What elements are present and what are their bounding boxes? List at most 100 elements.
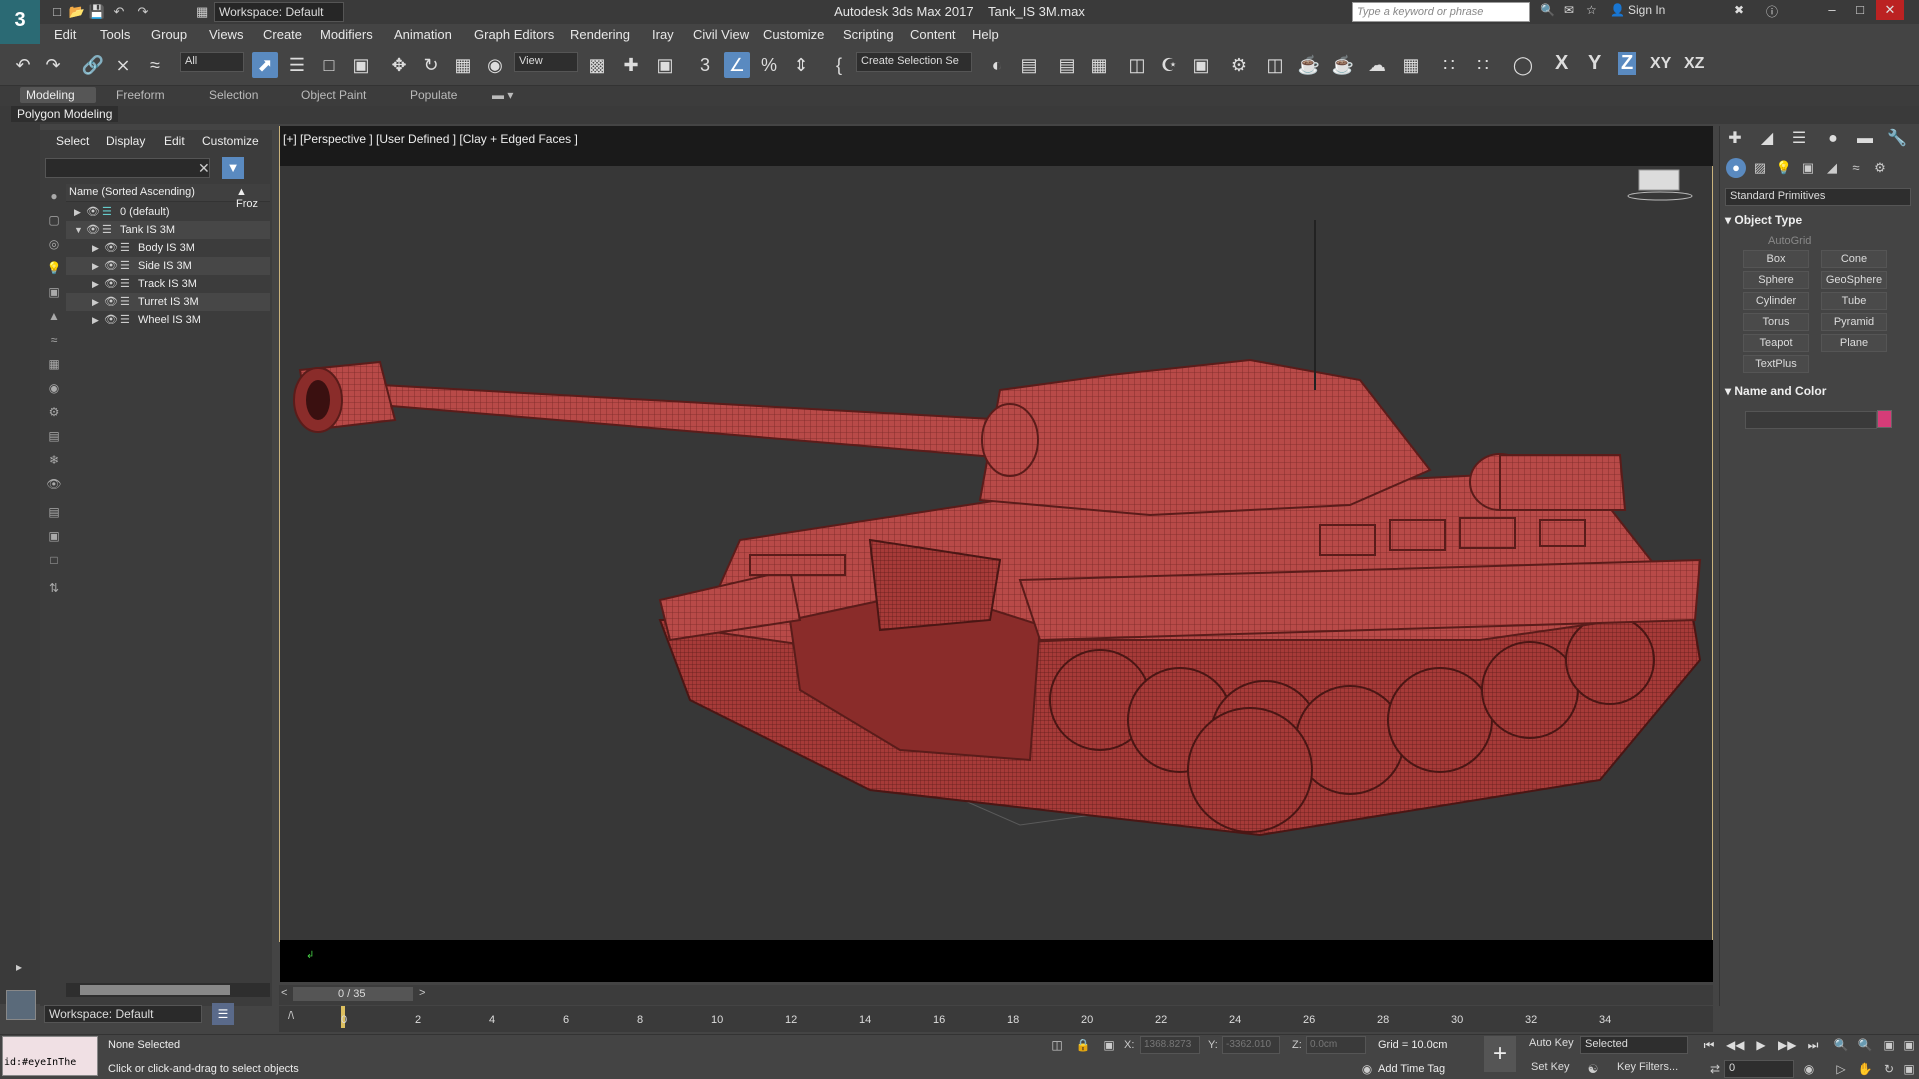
menu-customize[interactable]: Customize — [763, 27, 824, 42]
render-setup-icon[interactable]: ⚙ — [1226, 52, 1252, 78]
exchange-icon[interactable]: ✖ — [1734, 3, 1744, 17]
motion-tab-icon[interactable]: ● — [1822, 128, 1844, 150]
link-icon[interactable]: 🔗 — [80, 52, 106, 78]
polygon-modeling-panel[interactable]: Polygon Modeling — [11, 106, 119, 122]
rectangular-selection-icon[interactable]: □ — [316, 52, 342, 78]
helpers-icon[interactable]: ◢ — [1822, 158, 1842, 178]
z-coordinate[interactable]: 0.0cm — [1306, 1036, 1366, 1054]
next-frame-arrow[interactable]: > — [419, 987, 425, 999]
save-icon[interactable]: 💾 — [88, 3, 106, 21]
curve-editor-icon[interactable]: ◫ — [1124, 52, 1150, 78]
schematic-view-icon[interactable]: ☪ — [1156, 52, 1182, 78]
close-button[interactable]: ✕ — [1876, 0, 1904, 20]
pyramid-button[interactable]: Pyramid — [1821, 313, 1887, 331]
time-slider[interactable]: < > — [279, 985, 1713, 1005]
shapes-icon[interactable]: ▨ — [1750, 158, 1770, 178]
expand-icon[interactable]: ▶ — [92, 257, 99, 275]
textplus-button[interactable]: TextPlus — [1743, 355, 1809, 373]
isolate-icon[interactable]: ◫ — [1048, 1038, 1066, 1054]
zoom-all-icon[interactable]: 🔍 — [1856, 1038, 1874, 1054]
align-icon[interactable]: ▤ — [1016, 52, 1042, 78]
scene-search-input[interactable] — [45, 158, 210, 178]
torus-button[interactable]: Torus — [1743, 313, 1809, 331]
edit-named-selection-icon[interactable]: { — [826, 52, 852, 78]
scene-row-body[interactable]: ▶ 👁 ☰ Body IS 3M — [66, 239, 270, 257]
display-none-set-icon[interactable]: □ — [46, 552, 62, 568]
geometry-icon[interactable]: ● — [1726, 158, 1746, 178]
reference-coord-dropdown[interactable]: View — [514, 52, 578, 72]
pan-icon[interactable]: ✋ — [1856, 1062, 1874, 1078]
se-menu-edit[interactable]: Edit — [164, 134, 185, 148]
set-key-button[interactable]: Set Key — [1528, 1060, 1573, 1078]
selection-filter-dropdown[interactable]: All — [180, 52, 244, 72]
a360-gallery-icon[interactable]: ▦ — [1398, 52, 1424, 78]
field-of-view-icon[interactable]: ▷ — [1832, 1062, 1850, 1078]
name-color-rollout[interactable]: ▾ Name and Color — [1725, 384, 1911, 402]
binoculars-icon[interactable]: 🔍 — [1540, 3, 1555, 17]
current-frame-input[interactable]: 0 — [1724, 1060, 1794, 1078]
display-invert-icon[interactable]: ▣ — [46, 528, 62, 544]
autogrid-checkbox[interactable]: AutoGrid — [1768, 235, 1811, 247]
viewcube-icon[interactable] — [1625, 168, 1695, 202]
set-key-big-icon[interactable]: + — [1484, 1036, 1516, 1072]
display-tab-icon[interactable]: ▬ — [1854, 128, 1876, 150]
rotate-icon[interactable]: ↻ — [418, 52, 444, 78]
object-name-input[interactable] — [1745, 411, 1877, 429]
display-none-icon[interactable]: ● — [46, 188, 62, 204]
tab-freeform[interactable]: Freeform — [110, 87, 171, 103]
expand-icon[interactable]: ▶ — [92, 293, 99, 311]
zoom-extents-icon[interactable]: ▣ — [1880, 1038, 1898, 1054]
lock-icon[interactable]: 🔒 — [1074, 1038, 1092, 1054]
redo-icon[interactable]: ↷ — [134, 3, 152, 21]
menu-civil-view[interactable]: Civil View — [693, 27, 749, 42]
minimize-button[interactable]: – — [1818, 0, 1846, 20]
systems-icon[interactable]: ⚙ — [1870, 158, 1890, 178]
menu-modifiers[interactable]: Modifiers — [320, 27, 373, 42]
sign-in-button[interactable]: Sign In — [1628, 3, 1665, 17]
geosphere-button[interactable]: GeoSphere — [1821, 271, 1887, 289]
open-file-icon[interactable]: 📂 — [68, 3, 86, 21]
display-xrefs-icon[interactable]: ◉ — [46, 380, 62, 396]
key-mode-icon[interactable]: ☯ — [1584, 1062, 1602, 1078]
menu-rendering[interactable]: Rendering — [570, 27, 630, 42]
scale-icon[interactable]: ▦ — [450, 52, 476, 78]
search-input[interactable]: Type a keyword or phrase — [1352, 2, 1530, 22]
angle-snap-icon[interactable]: ∠ — [724, 52, 750, 78]
visibility-eye-icon[interactable]: 👁 — [104, 293, 118, 311]
menu-create[interactable]: Create — [263, 27, 302, 42]
move-icon[interactable]: ✥ — [386, 52, 412, 78]
se-menu-select[interactable]: Select — [56, 134, 89, 148]
previous-frame-icon[interactable]: ◀◀ — [1726, 1038, 1744, 1054]
maximize-button[interactable]: □ — [1846, 0, 1874, 20]
keyboard-shortcut-icon[interactable]: ▣ — [652, 52, 678, 78]
lights-icon[interactable]: 💡 — [1774, 158, 1794, 178]
display-containers-icon[interactable]: ▤ — [46, 428, 62, 444]
menu-content[interactable]: Content — [910, 27, 956, 42]
hierarchy-tab-icon[interactable]: ☰ — [1788, 128, 1810, 150]
se-menu-customize[interactable]: Customize — [202, 134, 259, 148]
display-helpers-icon[interactable]: ▲ — [46, 308, 62, 324]
display-spacewarps-icon[interactable]: ≈ — [46, 332, 62, 348]
display-all-icon[interactable]: ▤ — [46, 504, 62, 520]
expand-icon[interactable]: ▶ — [92, 239, 99, 257]
expand-icon[interactable]: ▸ — [10, 960, 28, 976]
create-tab-icon[interactable]: ✚ — [1724, 128, 1746, 150]
constrain-xz-button[interactable]: XZ — [1684, 55, 1704, 73]
play-icon[interactable]: ▶ — [1752, 1038, 1770, 1054]
perspective-viewport[interactable] — [279, 126, 1713, 942]
absolute-mode-icon[interactable]: ▣ — [1100, 1038, 1118, 1054]
constrain-y-button[interactable]: Y — [1588, 52, 1601, 75]
display-cameras-icon[interactable]: ▣ — [46, 284, 62, 300]
filter-icon[interactable]: ▼ — [222, 157, 244, 179]
display-groups-icon[interactable]: ▦ — [46, 356, 62, 372]
rendered-frame-icon[interactable]: ◫ — [1262, 52, 1288, 78]
time-config-icon[interactable]: ◉ — [1800, 1062, 1818, 1078]
redo-icon[interactable]: ↷ — [40, 52, 66, 78]
zoom-extents-all-icon[interactable]: ▣ — [1900, 1038, 1918, 1054]
visibility-eye-icon[interactable]: 👁 — [104, 275, 118, 293]
display-lights-icon[interactable]: 💡 — [46, 260, 62, 276]
app-logo-icon[interactable]: 3 — [0, 0, 40, 44]
menu-edit[interactable]: Edit — [54, 27, 76, 42]
snap-circle-icon[interactable]: ◯ — [1510, 52, 1536, 78]
utilities-tab-icon[interactable]: 🔧 — [1886, 128, 1908, 150]
